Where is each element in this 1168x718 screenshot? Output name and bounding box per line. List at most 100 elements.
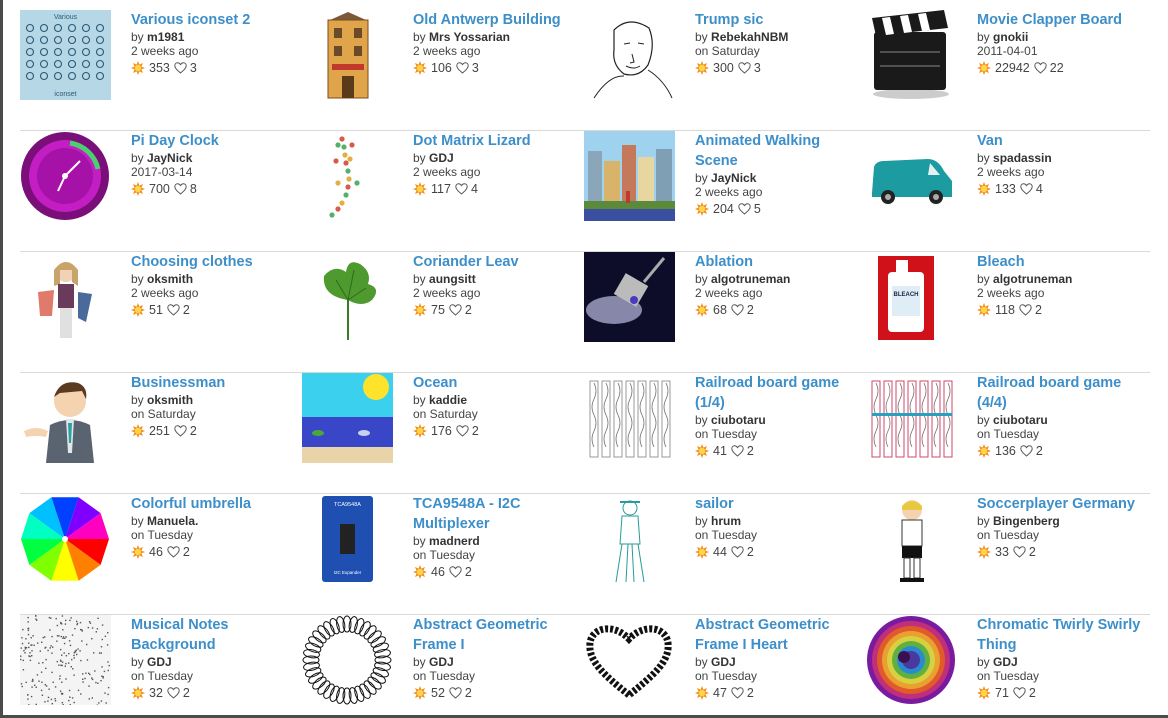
clipart-thumbnail[interactable] (302, 252, 393, 342)
heart-outline-icon[interactable] (738, 62, 751, 74)
heart-outline-icon[interactable] (174, 425, 187, 437)
clipart-thumbnail[interactable] (20, 615, 111, 705)
heart-outline-icon[interactable] (449, 566, 462, 578)
heart-outline-icon[interactable] (449, 687, 462, 699)
clipart-thumbnail[interactable] (866, 373, 957, 463)
author-link[interactable]: GDJ (711, 655, 736, 669)
heart-outline-icon[interactable] (449, 304, 462, 316)
clipart-title-link[interactable]: Pi Day Clock (131, 131, 301, 151)
author-link[interactable]: oksmith (147, 393, 193, 407)
heart-outline-icon[interactable] (456, 425, 469, 437)
clipart-title-link[interactable]: Chromatic Twirly Swirly Thing (977, 615, 1147, 655)
author-link[interactable]: gnokii (993, 30, 1028, 44)
clipart-title-link[interactable]: Railroad board game (1/4) (695, 373, 865, 413)
clipart-title-link[interactable]: Musical Notes Background (131, 615, 301, 655)
clipart-thumbnail[interactable] (866, 131, 957, 221)
author-link[interactable]: JayNick (147, 151, 192, 165)
clipart-thumbnail[interactable] (866, 494, 957, 584)
clipart-title-link[interactable]: Old Antwerp Building (413, 10, 583, 30)
clipart-thumbnail[interactable]: Various iconset (20, 10, 111, 100)
clipart-thumbnail[interactable]: TCA9548A I2C Expander (302, 494, 393, 584)
author-link[interactable]: algotruneman (993, 272, 1072, 286)
heart-outline-icon[interactable] (174, 62, 187, 74)
clipart-title-link[interactable]: Soccerplayer Germany (977, 494, 1147, 514)
heart-outline-icon[interactable] (167, 304, 180, 316)
clipart-thumbnail[interactable]: BLEACH (866, 252, 957, 342)
author-link[interactable]: madnerd (429, 534, 480, 548)
author-link[interactable]: JayNick (711, 171, 756, 185)
clipart-title-link[interactable]: Abstract Geometric Frame I Heart (695, 615, 865, 655)
author-link[interactable]: GDJ (993, 655, 1018, 669)
clipart-title-link[interactable]: Railroad board game (4/4) (977, 373, 1147, 413)
heart-outline-icon[interactable] (731, 445, 744, 457)
clipart-thumbnail[interactable] (302, 131, 393, 221)
clipart-title-link[interactable]: Ablation (695, 252, 865, 272)
clipart-thumbnail[interactable] (20, 373, 111, 463)
clipart-thumbnail[interactable] (20, 131, 111, 221)
clipart-title-link[interactable]: Bleach (977, 252, 1147, 272)
author-link[interactable]: GDJ (429, 151, 454, 165)
clipart-title-link[interactable]: Colorful umbrella (131, 494, 301, 514)
clipart-title-link[interactable]: TCA9548A - I2C Multiplexer (413, 494, 583, 534)
clipart-thumbnail[interactable] (866, 615, 957, 705)
heart-outline-icon[interactable] (731, 687, 744, 699)
clipart-thumbnail[interactable] (584, 373, 675, 463)
clipart-title-link[interactable]: Ocean (413, 373, 583, 393)
heart-outline-icon[interactable] (738, 203, 751, 215)
heart-outline-icon[interactable] (1013, 546, 1026, 558)
author-link[interactable]: kaddie (429, 393, 467, 407)
clipart-thumbnail[interactable] (302, 373, 393, 463)
heart-outline-icon[interactable] (731, 546, 744, 558)
clipart-thumbnail[interactable] (302, 615, 393, 705)
author-link[interactable]: Mrs Yossarian (429, 30, 510, 44)
author-link[interactable]: GDJ (429, 655, 454, 669)
author-link[interactable]: RebekahNBM (711, 30, 788, 44)
clipart-thumbnail[interactable] (302, 10, 393, 100)
clipart-title-link[interactable]: Dot Matrix Lizard (413, 131, 583, 151)
author-link[interactable]: oksmith (147, 272, 193, 286)
clipart-title-link[interactable]: Coriander Leav (413, 252, 583, 272)
clipart-thumbnail[interactable] (20, 252, 111, 342)
clipart-title-link[interactable]: Various iconset 2 (131, 10, 301, 30)
clipart-title-link[interactable]: sailor (695, 494, 865, 514)
clipart-thumbnail[interactable] (866, 10, 957, 100)
heart-outline-icon[interactable] (167, 687, 180, 699)
heart-outline-icon[interactable] (1020, 183, 1033, 195)
author-link[interactable]: ciubotaru (711, 413, 766, 427)
like-count: 2 (746, 303, 754, 317)
clipart-title-link[interactable]: Van (977, 131, 1147, 151)
author-link[interactable]: hrum (711, 514, 741, 528)
author-link[interactable]: algotruneman (711, 272, 790, 286)
author-link[interactable]: ciubotaru (993, 413, 1048, 427)
author-link[interactable]: Bingenberg (993, 514, 1060, 528)
clipart-title-link[interactable]: Businessman (131, 373, 301, 393)
stats-line: 44 2 (695, 545, 865, 559)
heart-outline-icon[interactable] (1034, 62, 1047, 74)
heart-outline-icon[interactable] (1013, 687, 1026, 699)
clipart-thumbnail[interactable] (20, 494, 111, 584)
clipart-title-link[interactable]: Animated Walking Scene (695, 131, 865, 171)
author-link[interactable]: spadassin (993, 151, 1052, 165)
clipart-title-link[interactable]: Abstract Geometric Frame I (413, 615, 583, 655)
author-link[interactable]: GDJ (147, 655, 172, 669)
clipart-thumbnail[interactable] (584, 494, 675, 584)
author-link[interactable]: Manuela. (147, 514, 198, 528)
heart-outline-icon[interactable] (1019, 304, 1032, 316)
heart-outline-icon[interactable] (1020, 445, 1033, 457)
heart-outline-icon[interactable] (167, 546, 180, 558)
heart-outline-icon[interactable] (455, 183, 468, 195)
author-link[interactable]: aungsitt (429, 272, 476, 286)
author-link[interactable]: m1981 (147, 30, 184, 44)
clipart-thumbnail[interactable] (584, 615, 675, 705)
clipart-thumbnail[interactable] (584, 252, 675, 342)
clipart-thumbnail[interactable] (584, 131, 675, 221)
clipart-thumbnail[interactable] (584, 10, 675, 100)
clipart-title-link[interactable]: Choosing clothes (131, 252, 301, 272)
heart-outline-icon[interactable] (456, 62, 469, 74)
clipart-info: Railroad board game (4/4) by ciubotaru on … (977, 373, 1147, 458)
clipart-title-link[interactable]: Trump sic (695, 10, 865, 30)
heart-outline-icon[interactable] (174, 183, 187, 195)
stats-line: 204 5 (695, 202, 865, 216)
heart-outline-icon[interactable] (731, 304, 744, 316)
clipart-title-link[interactable]: Movie Clapper Board (977, 10, 1147, 30)
